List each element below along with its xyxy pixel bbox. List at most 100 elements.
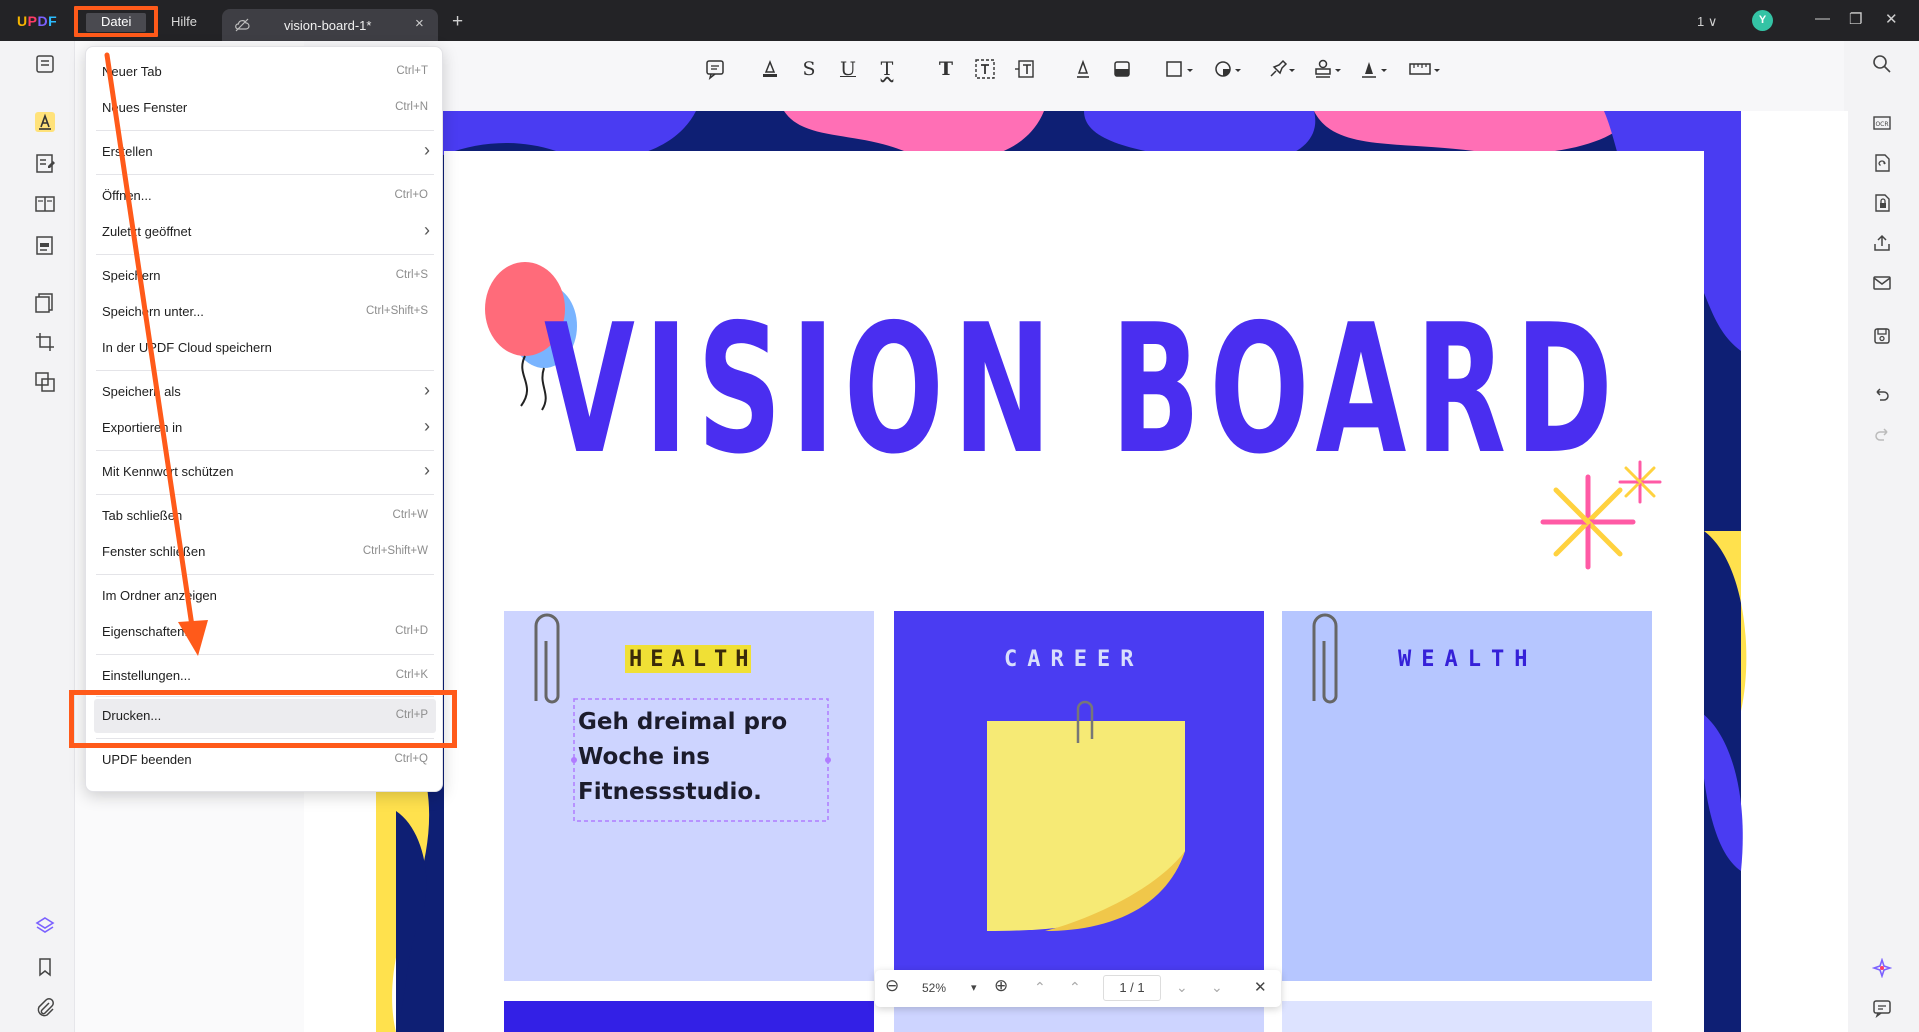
chat-icon[interactable] [1872, 998, 1894, 1020]
menu-hilfe[interactable]: Hilfe [171, 14, 197, 29]
user-avatar[interactable]: Y [1752, 10, 1773, 31]
chevron-right-icon: › [424, 460, 430, 480]
zoom-out-icon[interactable]: ⊖ [885, 976, 899, 996]
pin-dropdown-icon[interactable] [1264, 56, 1300, 82]
menu-item-create[interactable]: Erstellen › [86, 134, 444, 170]
ocr-icon[interactable]: OCR [1872, 113, 1894, 135]
underline-icon[interactable]: U [835, 56, 861, 82]
undo-icon[interactable] [1872, 384, 1894, 406]
compare-icon[interactable] [34, 371, 56, 393]
new-tab-button[interactable]: + [452, 11, 463, 33]
last-page-icon[interactable]: ⌄ [1211, 979, 1223, 996]
zoom-dropdown-icon[interactable]: ▾ [971, 981, 977, 994]
crop-icon[interactable] [34, 331, 56, 353]
menu-separator [96, 654, 434, 655]
measure-dropdown-icon[interactable] [1405, 56, 1445, 82]
sticky-note-icon[interactable] [702, 56, 728, 82]
menu-item-new-tab[interactable]: Neuer Tab Ctrl+T [86, 54, 444, 90]
text-comment-icon[interactable]: T [933, 56, 959, 82]
form-icon[interactable] [34, 234, 56, 256]
menu-item-password-protect[interactable]: Mit Kennwort schützen › [86, 454, 444, 490]
health-label[interactable]: HEALTH [629, 647, 756, 672]
layers-icon[interactable] [34, 915, 56, 937]
search-icon[interactable] [1872, 54, 1894, 76]
sticker-dropdown-icon[interactable] [1210, 56, 1246, 82]
document-canvas[interactable]: VISION BOARD HEALTH CAREER WEALTH Geh dr… [304, 111, 1848, 1032]
menu-item-recent[interactable]: Zuletzt geöffnet › [86, 214, 444, 250]
shape-dropdown-icon[interactable] [1162, 56, 1198, 82]
menu-item-close-tab[interactable]: Tab schließen Ctrl+W [86, 498, 444, 534]
file-menu-dropdown: Neuer Tab Ctrl+T Neues Fenster Ctrl+N Er… [85, 46, 443, 792]
organize-pages-icon[interactable] [34, 292, 56, 314]
zoom-level[interactable]: 52% [922, 981, 946, 995]
ai-assistant-icon[interactable] [1871, 957, 1894, 980]
menu-separator [96, 494, 434, 495]
menu-item-save-as[interactable]: Speichern unter... Ctrl+Shift+S [86, 294, 444, 330]
stamp-dropdown-icon[interactable] [1310, 56, 1346, 82]
page-indicator[interactable]: 1 / 1 [1103, 975, 1161, 1001]
print-highlight-box [69, 690, 457, 748]
restore-button[interactable]: ❐ [1849, 10, 1862, 28]
close-tab-icon[interactable]: × [415, 15, 424, 32]
annotation-toolbar: S U T T [304, 41, 1844, 111]
menu-item-export[interactable]: Exportieren in › [86, 410, 444, 446]
signature-dropdown-icon[interactable] [1356, 56, 1392, 82]
menu-item-save[interactable]: Speichern Ctrl+S [86, 258, 444, 294]
tab-count-dropdown[interactable]: 1 ∨ [1697, 14, 1717, 30]
career-label[interactable]: CAREER [1004, 647, 1143, 672]
menu-separator [96, 254, 434, 255]
cloud-off-icon [234, 18, 250, 35]
chevron-right-icon: › [424, 140, 430, 160]
pencil-icon[interactable] [1070, 56, 1096, 82]
zoom-in-icon[interactable]: ⊕ [994, 976, 1008, 996]
menu-separator [96, 450, 434, 451]
menu-item-save-as-format[interactable]: Speichern als › [86, 374, 444, 410]
text-box-icon[interactable] [972, 56, 998, 82]
health-note-textbox[interactable]: Geh dreimal pro Woche ins Fitnessstudio. [578, 705, 823, 810]
convert-pdf-icon[interactable] [1872, 153, 1894, 175]
menu-item-save-cloud[interactable]: In der UPDF Cloud speichern [86, 330, 444, 366]
reader-icon[interactable] [34, 53, 56, 75]
menu-separator [96, 130, 434, 131]
svg-text:OCR: OCR [1875, 121, 1888, 128]
minimize-button[interactable]: — [1815, 10, 1830, 27]
eraser-icon[interactable] [1109, 56, 1135, 82]
email-icon[interactable] [1872, 273, 1894, 295]
menu-separator [96, 574, 434, 575]
document-tab-title: vision-board-1* [284, 18, 372, 33]
save-icon[interactable] [1872, 326, 1894, 348]
protect-pdf-icon[interactable] [1872, 193, 1894, 215]
menu-item-close-window[interactable]: Fenster schließen Ctrl+Shift+W [86, 534, 444, 570]
updf-logo: UPDF [17, 13, 58, 29]
document-title[interactable]: VISION BOARD [544, 301, 1613, 479]
menu-separator [96, 174, 434, 175]
close-zoom-bar-icon[interactable]: ✕ [1254, 978, 1267, 996]
share-icon[interactable] [1872, 233, 1894, 255]
close-window-button[interactable]: ✕ [1885, 10, 1898, 28]
attachment-icon[interactable] [34, 997, 56, 1019]
datei-highlight-box [74, 6, 158, 37]
next-page-icon[interactable]: ⌄ [1176, 979, 1188, 996]
first-page-icon[interactable]: ⌃ [1034, 979, 1046, 996]
document-tab[interactable]: vision-board-1* × [222, 9, 438, 41]
squiggly-icon[interactable]: T [874, 56, 900, 82]
menu-item-properties[interactable]: Eigenschaften... Ctrl+D [86, 614, 444, 650]
chevron-right-icon: › [424, 380, 430, 400]
redo-icon[interactable] [1872, 424, 1894, 446]
comment-tool-icon[interactable] [34, 111, 56, 133]
title-bar: UPDF Datei Hilfe vision-board-1* × + 1 ∨… [0, 0, 1919, 41]
menu-item-open[interactable]: Öffnen... Ctrl+O [86, 178, 444, 214]
strikethrough-icon[interactable]: S [796, 56, 822, 82]
edit-pdf-icon[interactable] [34, 152, 56, 174]
zoom-page-bar: ⊖ 52% ▾ ⊕ ⌃ ⌃ 1 / 1 ⌄ ⌄ ✕ [875, 970, 1281, 1007]
page-view-icon[interactable] [34, 193, 56, 215]
menu-item-show-in-folder[interactable]: Im Ordner anzeigen [86, 578, 444, 614]
prev-page-icon[interactable]: ⌃ [1069, 979, 1081, 996]
wealth-label[interactable]: WEALTH [1398, 647, 1537, 672]
menu-item-new-window[interactable]: Neues Fenster Ctrl+N [86, 90, 444, 126]
bookmark-icon[interactable] [34, 956, 56, 978]
vision-board-page[interactable] [304, 111, 1848, 1032]
menu-item-settings[interactable]: Einstellungen... Ctrl+K [86, 658, 444, 694]
highlight-icon[interactable] [757, 56, 783, 82]
text-callout-icon[interactable] [1011, 56, 1037, 82]
